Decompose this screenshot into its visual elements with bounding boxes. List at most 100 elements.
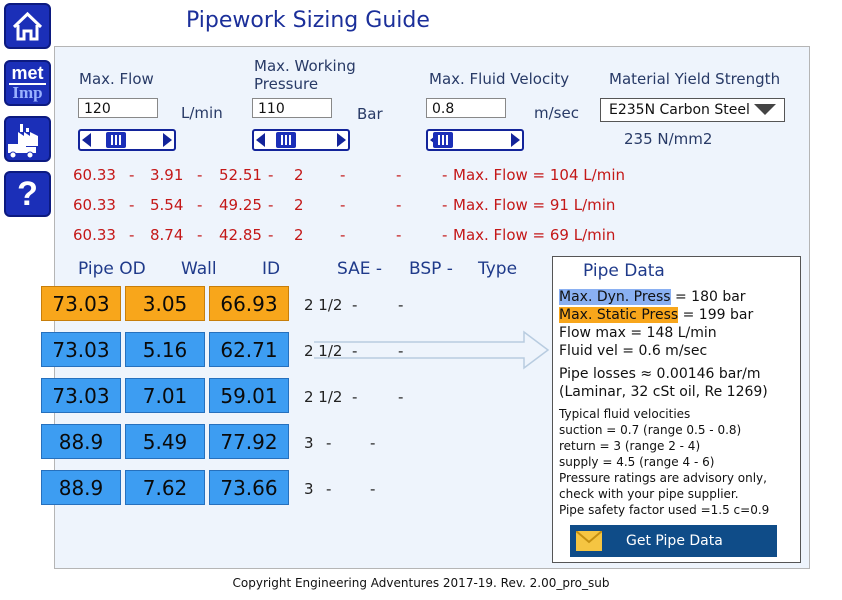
- fluid-velocity: Fluid vel = 0.6 m/sec: [559, 343, 708, 359]
- slider-left-arrow-icon[interactable]: [82, 133, 91, 147]
- bsp-dash: -: [352, 296, 358, 314]
- result-max-flow: Max. Flow = 104 L/min: [453, 166, 625, 184]
- id-cell[interactable]: 62.71: [209, 332, 289, 367]
- max-pressure-slider[interactable]: [252, 129, 350, 151]
- slider-thumb[interactable]: [433, 132, 453, 148]
- units-metric-label: met: [11, 63, 44, 83]
- max-velocity-label: Max. Fluid Velocity: [429, 70, 570, 88]
- factory-icon: [8, 124, 38, 159]
- type-dash: -: [370, 434, 376, 452]
- result-separator: -: [129, 226, 135, 244]
- id-cell[interactable]: 77.92: [209, 424, 289, 459]
- result-separator: -: [340, 226, 346, 244]
- pipe-od-cell[interactable]: 73.03: [41, 378, 121, 413]
- slider-right-arrow-icon[interactable]: [511, 133, 520, 147]
- pipe-od-cell[interactable]: 73.03: [41, 332, 121, 367]
- pipe-data-panel: Pipe Data Max. Dyn. Press = 180 bar Max.…: [552, 256, 801, 563]
- header-pipe-od: Pipe OD: [78, 259, 146, 279]
- header-bsp: BSP -: [409, 259, 453, 279]
- max-pressure-label-line1: Max. Working: [254, 57, 356, 75]
- envelope-icon: [576, 531, 602, 551]
- max-pressure-input[interactable]: 110: [252, 98, 332, 118]
- max-velocity-input[interactable]: 0.8: [426, 98, 506, 118]
- max-dyn-press-label: Max. Dyn. Press: [559, 289, 671, 305]
- footer-copyright: Copyright Engineering Adventures 2017-19…: [232, 576, 610, 590]
- result-separator: -: [129, 196, 135, 214]
- max-static-press-label: Max. Static Press: [559, 307, 679, 323]
- max-flow-input[interactable]: 120: [78, 98, 158, 118]
- type-dash: -: [370, 480, 376, 498]
- pipe-losses: Pipe losses ≈ 0.00146 bar/m: [559, 366, 761, 382]
- wall-cell[interactable]: 7.01: [125, 378, 205, 413]
- result-od: 60.33: [73, 166, 116, 184]
- note-line: check with your pipe supplier.: [559, 487, 739, 501]
- flow-max: Flow max = 148 L/min: [559, 325, 717, 341]
- result-separator: -: [197, 226, 203, 244]
- dropdown-arrow-icon[interactable]: [754, 104, 776, 115]
- factory-button[interactable]: [4, 116, 51, 162]
- type-dash: -: [398, 296, 404, 314]
- get-pipe-data-label: Get Pipe Data: [626, 533, 723, 549]
- note-line: Pressure ratings are advisory only,: [559, 471, 767, 485]
- sae-cell: 3: [304, 480, 314, 498]
- material-select[interactable]: E235N Carbon Steel: [600, 98, 785, 122]
- result-separator: -: [442, 226, 448, 244]
- max-flow-slider[interactable]: [78, 129, 176, 151]
- slider-left-arrow-icon[interactable]: [256, 133, 265, 147]
- pipe-od-cell[interactable]: 88.9: [41, 470, 121, 505]
- pipe-data-title: Pipe Data: [583, 261, 665, 281]
- slider-right-arrow-icon[interactable]: [337, 133, 346, 147]
- bsp-dash: -: [352, 388, 358, 406]
- units-imperial-label: Imp: [12, 83, 43, 102]
- max-flow-label: Max. Flow: [79, 70, 154, 88]
- sae-cell: 3: [304, 434, 314, 452]
- wall-cell[interactable]: 5.49: [125, 424, 205, 459]
- slider-thumb[interactable]: [106, 132, 126, 148]
- id-cell[interactable]: 73.66: [209, 470, 289, 505]
- get-pipe-data-button[interactable]: Get Pipe Data: [570, 525, 777, 557]
- pipe-od-cell[interactable]: 73.03: [41, 286, 121, 321]
- result-sae: 2: [294, 166, 304, 184]
- home-button[interactable]: [4, 3, 51, 49]
- slider-thumb[interactable]: [276, 132, 296, 148]
- wall-cell[interactable]: 3.05: [125, 286, 205, 321]
- max-dynamic-pressure: Max. Dyn. Press = 180 bar: [559, 289, 746, 305]
- result-separator: -: [268, 166, 274, 184]
- pipe-od-cell[interactable]: 88.9: [41, 424, 121, 459]
- max-flow-unit: L/min: [181, 104, 223, 122]
- note-line: Typical fluid velocities: [559, 407, 691, 421]
- home-icon: [12, 11, 43, 41]
- result-wall: 3.91: [150, 166, 184, 184]
- result-separator: -: [268, 226, 274, 244]
- max-static-pressure: Max. Static Press = 199 bar: [559, 307, 753, 323]
- yield-strength-value: 235 N/mm2: [624, 130, 713, 148]
- result-separator: -: [442, 196, 448, 214]
- note-line: Pipe safety factor used =1.5 c=0.9: [559, 503, 770, 517]
- max-static-press-value: = 199 bar: [678, 307, 754, 323]
- material-label: Material Yield Strength: [609, 70, 781, 88]
- max-dyn-press-value: = 180 bar: [670, 289, 746, 305]
- header-wall: Wall: [181, 259, 217, 279]
- result-separator: -: [396, 166, 402, 184]
- help-button[interactable]: ?: [4, 171, 51, 217]
- result-wall: 5.54: [150, 196, 184, 214]
- id-cell[interactable]: 66.93: [209, 286, 289, 321]
- result-separator: -: [340, 166, 346, 184]
- result-separator: -: [197, 166, 203, 184]
- slider-right-arrow-icon[interactable]: [163, 133, 172, 147]
- result-max-flow: Max. Flow = 91 L/min: [453, 196, 616, 214]
- material-selected-value: E235N Carbon Steel: [609, 102, 750, 118]
- units-toggle-button[interactable]: met Imp: [4, 60, 51, 106]
- max-velocity-slider[interactable]: [426, 129, 524, 151]
- wall-cell[interactable]: 7.62: [125, 470, 205, 505]
- id-cell[interactable]: 59.01: [209, 378, 289, 413]
- laminar-info: (Laminar, 32 cSt oil, Re 1269): [559, 384, 768, 400]
- result-id: 52.51: [219, 166, 262, 184]
- bsp-dash: -: [326, 480, 332, 498]
- wall-cell[interactable]: 5.16: [125, 332, 205, 367]
- max-velocity-unit: m/sec: [534, 104, 579, 122]
- result-separator: -: [396, 226, 402, 244]
- result-separator: -: [442, 166, 448, 184]
- max-pressure-unit: Bar: [357, 105, 383, 123]
- result-sae: 2: [294, 196, 304, 214]
